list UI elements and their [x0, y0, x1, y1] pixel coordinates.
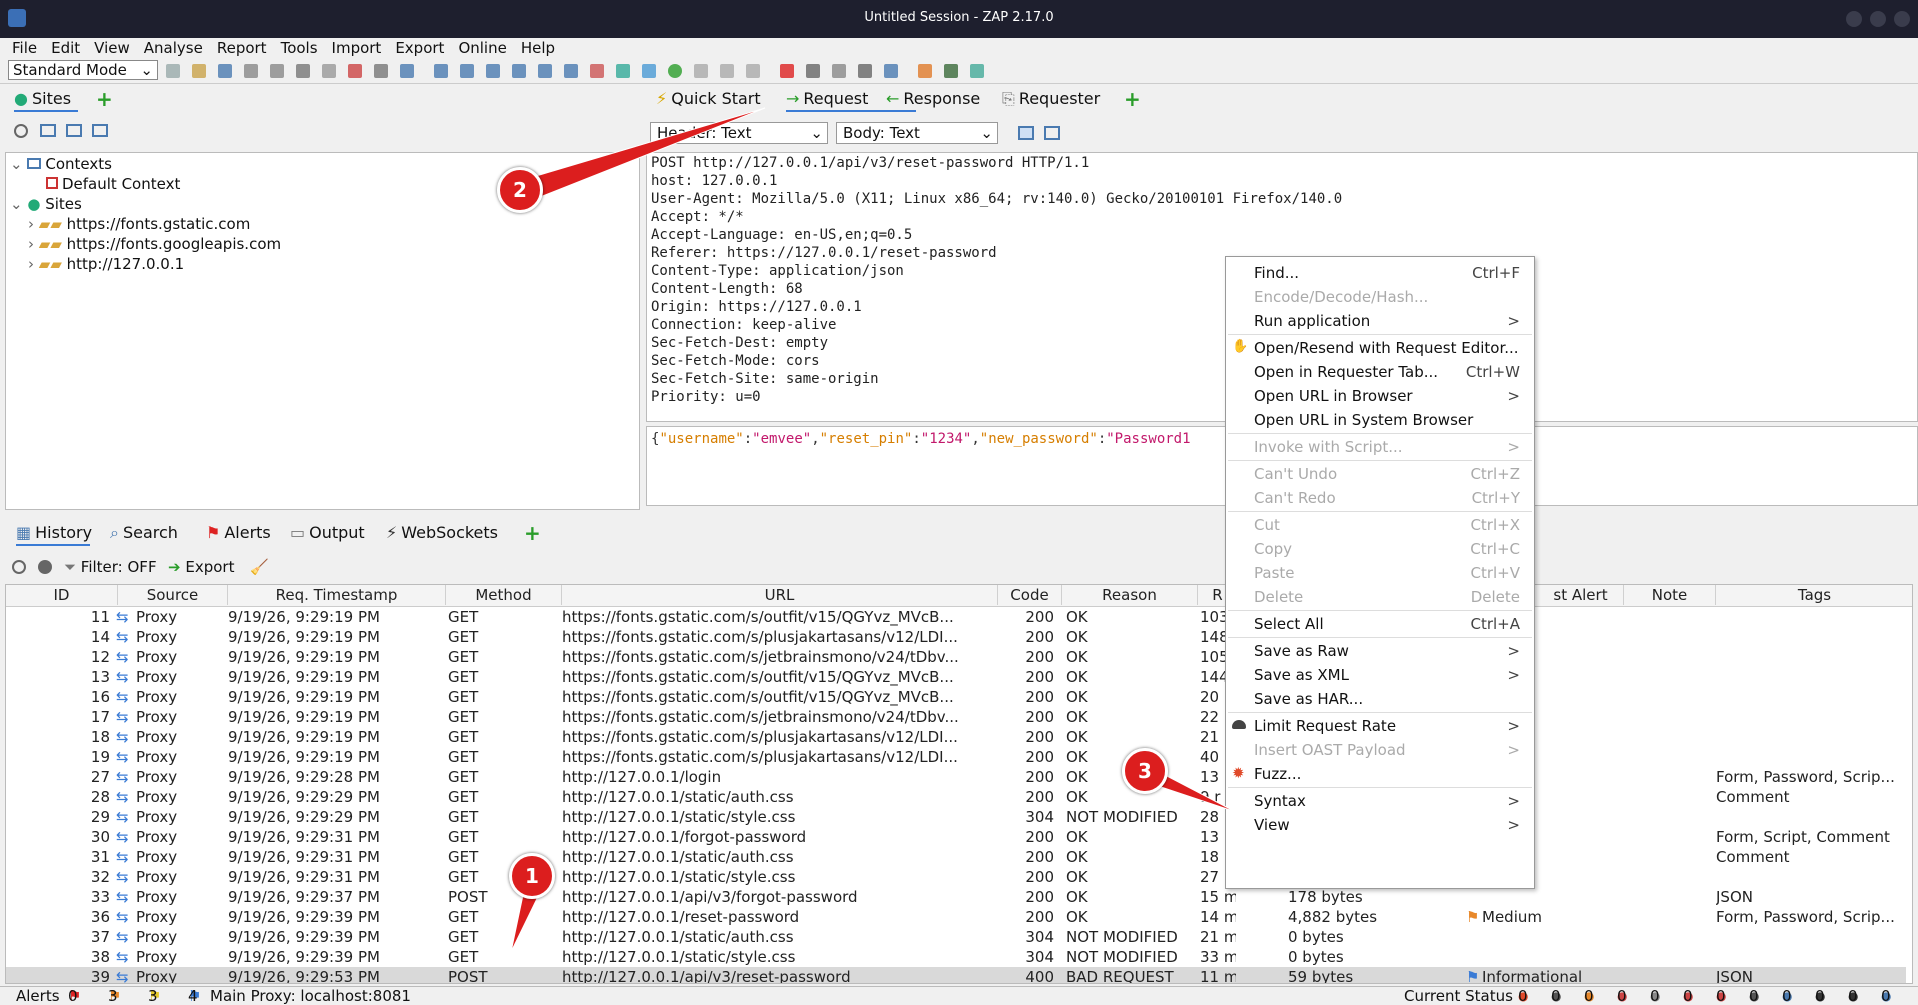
- annotation-badge-1: 1: [509, 853, 555, 899]
- annotation-badge-3: 3: [1122, 748, 1168, 794]
- annotation-arrows: [510, 107, 1237, 953]
- annotation-badge-2: 2: [497, 167, 543, 213]
- arrow-2-pointer: [518, 107, 766, 206]
